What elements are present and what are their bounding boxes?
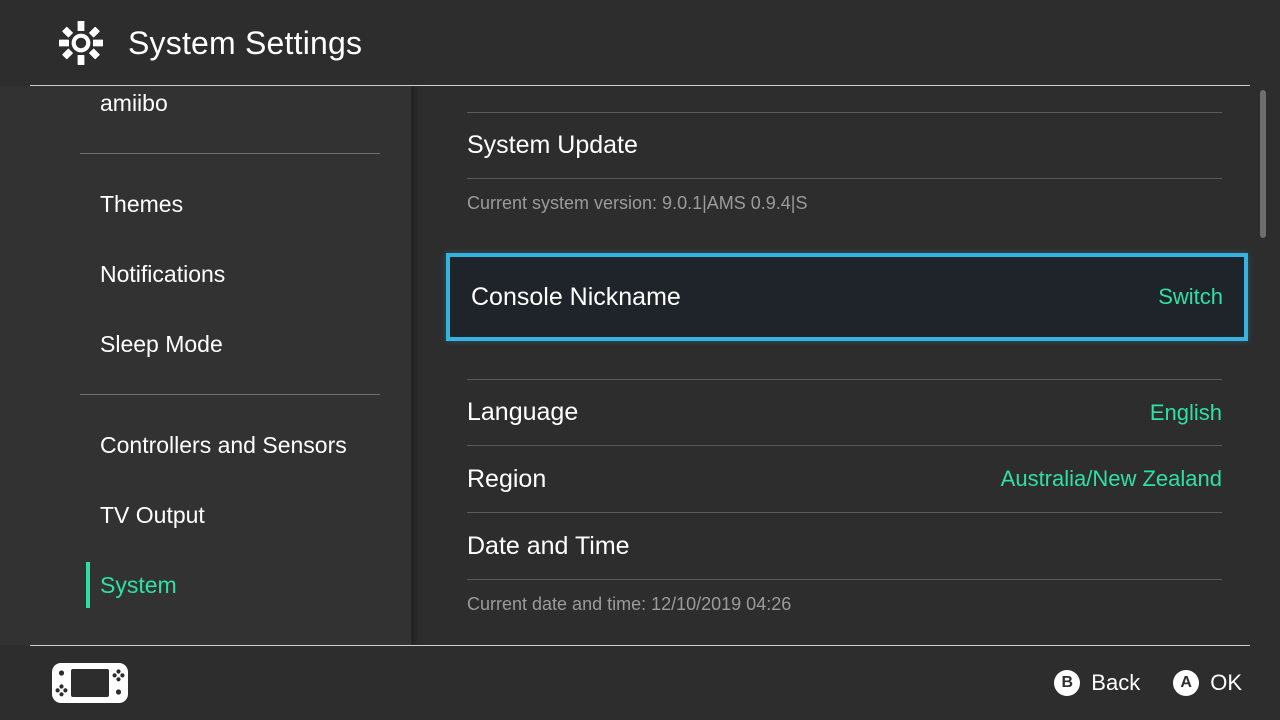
settings-content-panel: System Update Current system version: 9.… xyxy=(412,86,1280,645)
back-button[interactable]: B Back xyxy=(1054,670,1140,696)
app-header: System Settings xyxy=(0,0,1280,86)
ok-button-label: OK xyxy=(1210,670,1242,695)
row-label: Region xyxy=(467,464,547,493)
sidebar: amiibo Themes Notifications Sleep Mode C… xyxy=(0,86,412,645)
caption-current-date-time: Current date and time: 12/10/2019 04:26 xyxy=(467,580,1222,628)
b-button-icon: B xyxy=(1054,670,1081,696)
content-scroll-container: System Update Current system version: 9.… xyxy=(412,86,1280,628)
header-divider xyxy=(30,85,1250,86)
row-label: Date and Time xyxy=(467,531,630,560)
sidebar-item-label: Themes xyxy=(100,190,184,217)
sidebar-item-label: Notifications xyxy=(100,260,226,287)
row-label: System Update xyxy=(467,131,638,159)
sidebar-scroll-container: amiibo Themes Notifications Sleep Mode C… xyxy=(0,86,411,620)
row-value: Switch xyxy=(1158,284,1223,309)
row-value: English xyxy=(1149,399,1222,425)
row-language[interactable]: Language English xyxy=(467,379,1222,446)
app-footer: B Back A OK xyxy=(0,646,1280,720)
caption-system-version: Current system version: 9.0.1|AMS 0.9.4|… xyxy=(467,179,1222,227)
sidebar-item-label: Sleep Mode xyxy=(100,330,223,357)
row-console-nickname[interactable]: Console Nickname Switch xyxy=(446,253,1248,341)
selection-indicator-bar xyxy=(86,562,90,608)
sidebar-item-system[interactable]: System xyxy=(0,550,411,620)
sidebar-item-amiibo[interactable]: amiibo xyxy=(0,86,411,138)
back-button-label: Back xyxy=(1091,670,1141,695)
row-date-and-time[interactable]: Date and Time xyxy=(467,513,1222,580)
footer-actions: B Back A OK xyxy=(1054,646,1242,720)
sidebar-item-sleep-mode[interactable]: Sleep Mode xyxy=(0,309,411,379)
a-button-icon: A xyxy=(1173,670,1200,696)
sidebar-item-notifications[interactable]: Notifications xyxy=(0,239,411,309)
page-title: System Settings xyxy=(128,24,363,61)
caption-text: Current date and time: 12/10/2019 04:26 xyxy=(467,593,792,614)
spacer-after-selected-row xyxy=(412,341,1280,379)
content-top-spacer xyxy=(412,86,1280,112)
sidebar-item-label: System xyxy=(100,571,177,598)
row-region[interactable]: Region Australia/New Zealand xyxy=(467,446,1222,513)
sidebar-item-themes[interactable]: Themes xyxy=(0,169,411,239)
row-label: Console Nickname xyxy=(471,282,681,311)
sidebar-item-label: Controllers and Sensors xyxy=(100,431,347,458)
sidebar-divider-1 xyxy=(80,153,380,154)
sidebar-item-controllers-and-sensors[interactable]: Controllers and Sensors xyxy=(0,410,411,480)
system-settings-screen: System Settings amiibo Themes Notificati… xyxy=(0,0,1280,720)
row-label: Language xyxy=(467,398,579,426)
row-value: Australia/New Zealand xyxy=(1000,466,1222,491)
sidebar-item-label: TV Output xyxy=(100,501,205,528)
body-area: amiibo Themes Notifications Sleep Mode C… xyxy=(0,86,1280,645)
content-scrollbar[interactable] xyxy=(1260,88,1266,640)
sidebar-divider-2 xyxy=(80,394,380,395)
ok-button[interactable]: A OK xyxy=(1173,670,1242,696)
sidebar-item-label: amiibo xyxy=(100,89,168,116)
row-system-update[interactable]: System Update xyxy=(467,112,1222,179)
spacer-before-selected-row xyxy=(412,227,1280,253)
gear-icon xyxy=(59,21,103,65)
caption-text: Current system version: 9.0.1|AMS 0.9.4|… xyxy=(467,192,808,213)
sidebar-item-tv-output[interactable]: TV Output xyxy=(0,480,411,550)
scrollbar-thumb[interactable] xyxy=(1260,90,1266,238)
handheld-console-icon xyxy=(52,663,128,703)
